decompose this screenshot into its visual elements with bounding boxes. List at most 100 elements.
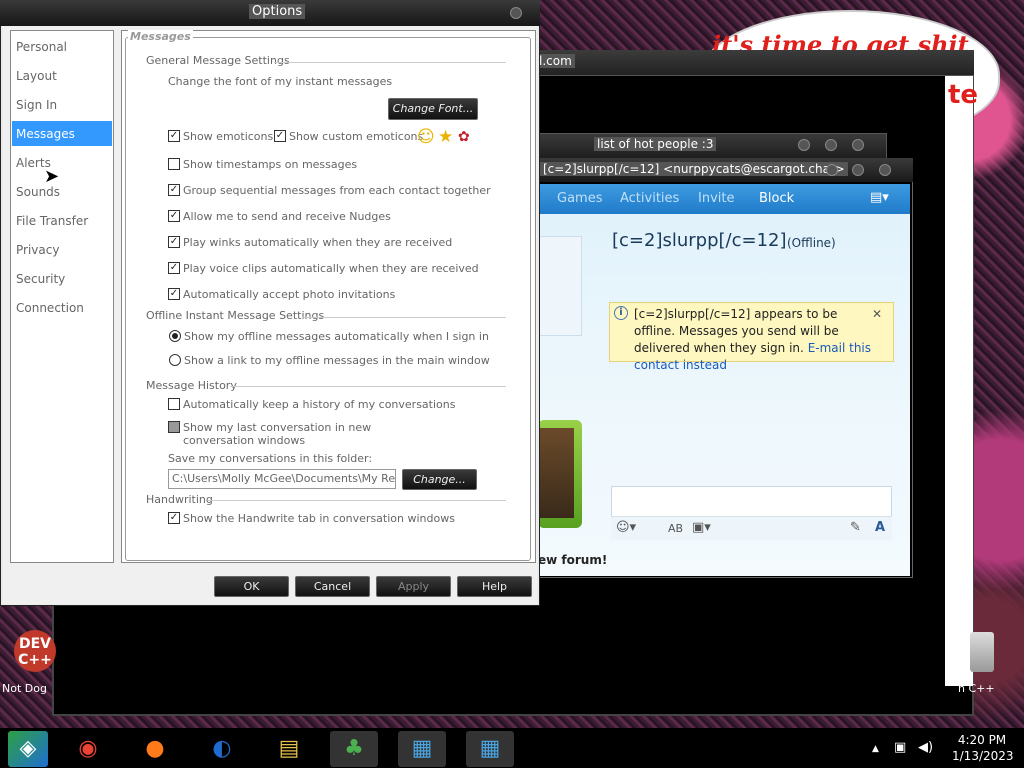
handwriting-header: Handwriting [146, 493, 213, 506]
nav-item-connection[interactable]: Connection [16, 296, 84, 320]
handwrite-tab-label: Show the Handwrite tab in conversation w… [183, 512, 455, 525]
background-window-content [945, 76, 973, 686]
divider [230, 386, 506, 387]
conversation-window-title: [c=2]slurpp[/c=12] <nurppycats@escargot.… [540, 162, 848, 176]
nav-item-security[interactable]: Security [16, 267, 65, 291]
contact-name: [c=2]slurpp[/c=12] [612, 230, 787, 251]
offline-auto-label: Show my offline messages automatically w… [184, 330, 489, 343]
nav-item-sign-in[interactable]: Sign In [16, 93, 57, 117]
invite-button[interactable]: Invite [698, 191, 734, 206]
background-window-text: te [948, 80, 979, 110]
contact-status: (Offline) [787, 236, 836, 250]
accept-photos-label: Automatically accept photo invitations [183, 288, 396, 301]
info-icon: i [614, 306, 628, 320]
apply-button[interactable]: Apply [376, 576, 451, 597]
handwrite-icon[interactable]: ✎ [850, 520, 861, 535]
clock-time: 4:20 PM [957, 733, 1007, 747]
app-taskbar-icon-2[interactable]: ▦ [466, 731, 514, 767]
devcpp-icon-label: Not Dog [2, 682, 47, 695]
message-history-header: Message History [146, 379, 237, 392]
group-messages-label: Group sequential messages from each cont… [183, 184, 491, 197]
change-font-button[interactable]: Change Font... [388, 98, 478, 120]
nav-item-file-transfer[interactable]: File Transfer [16, 209, 88, 233]
news-app-icon[interactable]: ◐ [202, 731, 242, 767]
ok-button[interactable]: OK [214, 576, 289, 597]
devcpp-icon[interactable]: DEV C++ [14, 630, 56, 672]
contact-list-window-title: list of hot people :3 [594, 137, 717, 151]
accept-photos-checkbox[interactable] [168, 288, 180, 300]
close-icon[interactable] [510, 7, 522, 19]
keep-history-checkbox[interactable] [168, 398, 180, 410]
keep-history-label: Automatically keep a history of my conve… [183, 398, 456, 411]
app-taskbar-icon-1[interactable]: ▦ [398, 731, 446, 767]
play-winks-checkbox[interactable] [168, 236, 180, 248]
firefox-icon[interactable]: ● [135, 731, 175, 767]
show-timestamps-checkbox[interactable] [168, 158, 180, 170]
messages-group-title: Messages [128, 30, 193, 43]
play-winks-label: Play winks automatically when they are r… [183, 236, 453, 249]
nav-item-layout[interactable]: Layout [16, 64, 57, 88]
rose-icon: ✿ [458, 129, 470, 145]
font-icon[interactable]: A [875, 520, 885, 535]
background-window-title: l.com [536, 54, 575, 68]
nudges-label: Allow me to send and receive Nudges [183, 210, 391, 223]
nav-item-messages[interactable]: Messages [16, 122, 75, 146]
block-button[interactable]: Block [759, 191, 794, 206]
offline-auto-radio[interactable] [169, 330, 181, 342]
show-custom-emoticons-checkbox[interactable] [274, 130, 286, 142]
footer-text: ew forum! [538, 553, 608, 567]
group-messages-checkbox[interactable] [168, 184, 180, 196]
show-last-conversation-label: Show my last conversation in new [183, 421, 372, 434]
offline-link-radio[interactable] [169, 354, 181, 366]
show-last-conversation-label-2: conversation windows [183, 434, 306, 447]
clock-date: 1/13/2023 [952, 749, 1014, 763]
offline-settings-header: Offline Instant Message Settings [146, 309, 325, 322]
minimize-icon[interactable] [798, 139, 810, 151]
show-last-conversation-checkbox[interactable] [168, 421, 180, 433]
recycle-bin-icon[interactable] [970, 632, 994, 672]
show-emoticons-checkbox[interactable] [168, 130, 180, 142]
messenger-taskbar-icon[interactable]: ♣ [330, 731, 378, 767]
start-button[interactable]: ◈ [8, 731, 48, 767]
close-icon[interactable] [879, 164, 891, 176]
play-voice-clips-label: Play voice clips automatically when they… [183, 262, 479, 275]
change-folder-button[interactable]: Change... [402, 469, 477, 490]
activities-button[interactable]: Activities [620, 191, 679, 206]
minimize-icon[interactable] [826, 164, 838, 176]
show-emoticons-label: Show emoticons [183, 130, 274, 143]
divider [302, 317, 506, 318]
close-icon[interactable]: ✕ [872, 307, 882, 321]
contact-display-picture [538, 236, 582, 336]
folder-label: Save my conversations in this folder: [168, 452, 373, 465]
tray-overflow-icon[interactable]: ▲ [872, 744, 879, 754]
nudges-checkbox[interactable] [168, 210, 180, 222]
play-voice-clips-checkbox[interactable] [168, 262, 180, 274]
options-title: Options [249, 4, 306, 19]
smiley-icon: ☺ [417, 127, 435, 147]
handwrite-tab-checkbox[interactable] [168, 512, 180, 524]
offline-link-label: Show a link to my offline messages in th… [184, 354, 490, 367]
show-timestamps-label: Show timestamps on messages [183, 158, 358, 171]
divider [274, 62, 506, 63]
history-folder-input[interactable]: C:\Users\Molly McGee\Documents\My Receiv… [168, 469, 396, 489]
nav-item-privacy[interactable]: Privacy [16, 238, 59, 262]
volume-icon[interactable]: ◀) [918, 740, 933, 755]
mouse-cursor-icon: ➤ [44, 166, 60, 187]
background-icon[interactable]: ▣▾ [692, 520, 711, 535]
emoticon-icon[interactable]: ☺▾ [616, 520, 636, 535]
close-icon[interactable] [852, 139, 864, 151]
menu-icon[interactable]: ▤▾ [870, 190, 889, 205]
network-icon[interactable]: ▣ [894, 740, 906, 755]
tray-clock[interactable]: 4:20 PM 1/13/2023 [952, 732, 1014, 764]
chrome-icon[interactable]: ◉ [68, 731, 108, 767]
nav-item-personal[interactable]: Personal [16, 35, 67, 59]
cancel-button[interactable]: Cancel [295, 576, 370, 597]
help-button[interactable]: Help [457, 576, 532, 597]
general-settings-header: General Message Settings [146, 54, 290, 67]
file-explorer-icon[interactable]: ▤ [269, 731, 309, 767]
games-button[interactable]: Games [557, 191, 602, 206]
maximize-icon[interactable] [852, 164, 864, 176]
wink-icon[interactable]: AB [668, 522, 683, 535]
maximize-icon[interactable] [825, 139, 837, 151]
my-display-picture[interactable] [540, 428, 574, 518]
